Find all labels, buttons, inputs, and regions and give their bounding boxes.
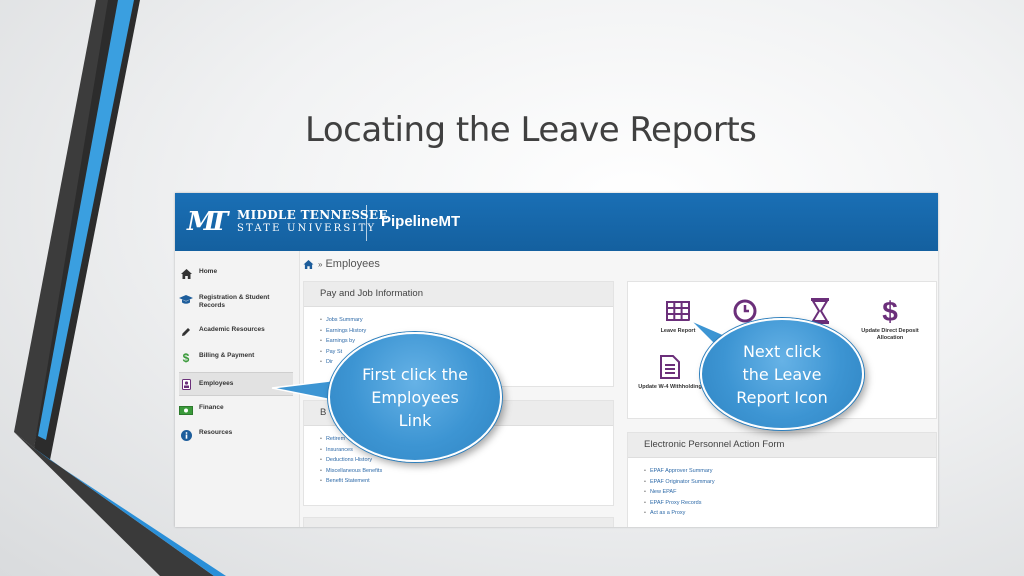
breadcrumb: » Employees <box>303 258 380 270</box>
list-item[interactable]: Earnings History <box>320 326 613 337</box>
breadcrumb-current: Employees <box>325 258 380 270</box>
additional-panel <box>303 517 614 527</box>
panel-title: Pay and Job Information <box>304 282 613 307</box>
sidebar-item-academic[interactable]: Academic Resources <box>179 326 293 338</box>
home-icon[interactable] <box>303 259 314 269</box>
graduation-cap-icon <box>179 294 193 306</box>
list-item[interactable]: New EPAF <box>644 487 936 498</box>
callout-leave-report: Next click the Leave Report Icon <box>700 318 864 430</box>
mt-logo-icon: M T <box>186 207 230 235</box>
document-icon <box>660 355 680 379</box>
dollar-icon: $ <box>882 295 898 327</box>
callout-employees: First click the Employees Link <box>328 332 502 462</box>
portal-name[interactable]: PipelineMT <box>381 213 460 230</box>
list-item[interactable]: Deductions History <box>320 455 613 466</box>
header-divider <box>366 205 367 241</box>
list-item[interactable]: EPAF Approver Summary <box>644 466 936 477</box>
list-item[interactable]: Miscellaneous Benefits <box>320 466 613 477</box>
dollar-icon: $ <box>182 351 190 365</box>
epaf-panel: Electronic Personnel Action Form EPAF Ap… <box>627 432 937 527</box>
home-icon <box>179 268 193 280</box>
portal-header: M T MIDDLE TENNESSEE STATE UNIVERSITY Pi… <box>175 193 938 251</box>
panel-title: Electronic Personnel Action Form <box>628 433 936 458</box>
svg-text:T: T <box>209 207 230 235</box>
sidebar-item-registration[interactable]: Registration & Student Records <box>179 294 293 310</box>
info-icon <box>179 429 193 441</box>
slide-title: Locating the Leave Reports <box>305 110 757 150</box>
list-item[interactable]: Act as a Proxy <box>644 508 936 519</box>
money-icon <box>179 404 193 416</box>
id-badge-icon <box>179 378 193 390</box>
hourglass-icon <box>811 298 829 324</box>
pencil-icon <box>179 326 193 338</box>
list-item[interactable]: Jobs Summary <box>320 315 613 326</box>
list-item[interactable]: EPAF Proxy Records <box>644 498 936 509</box>
sidebar-item-billing[interactable]: $ Billing & Payment <box>179 352 293 364</box>
direct-deposit-tile[interactable]: $ Update Direct Deposit Allocation <box>850 295 930 342</box>
sidebar-item-home[interactable]: Home <box>179 268 293 280</box>
list-item[interactable]: EPAF Originator Summary <box>644 477 936 488</box>
sidebar-item-resources[interactable]: Resources <box>179 429 293 441</box>
list-item[interactable]: Benefit Statement <box>320 476 613 487</box>
